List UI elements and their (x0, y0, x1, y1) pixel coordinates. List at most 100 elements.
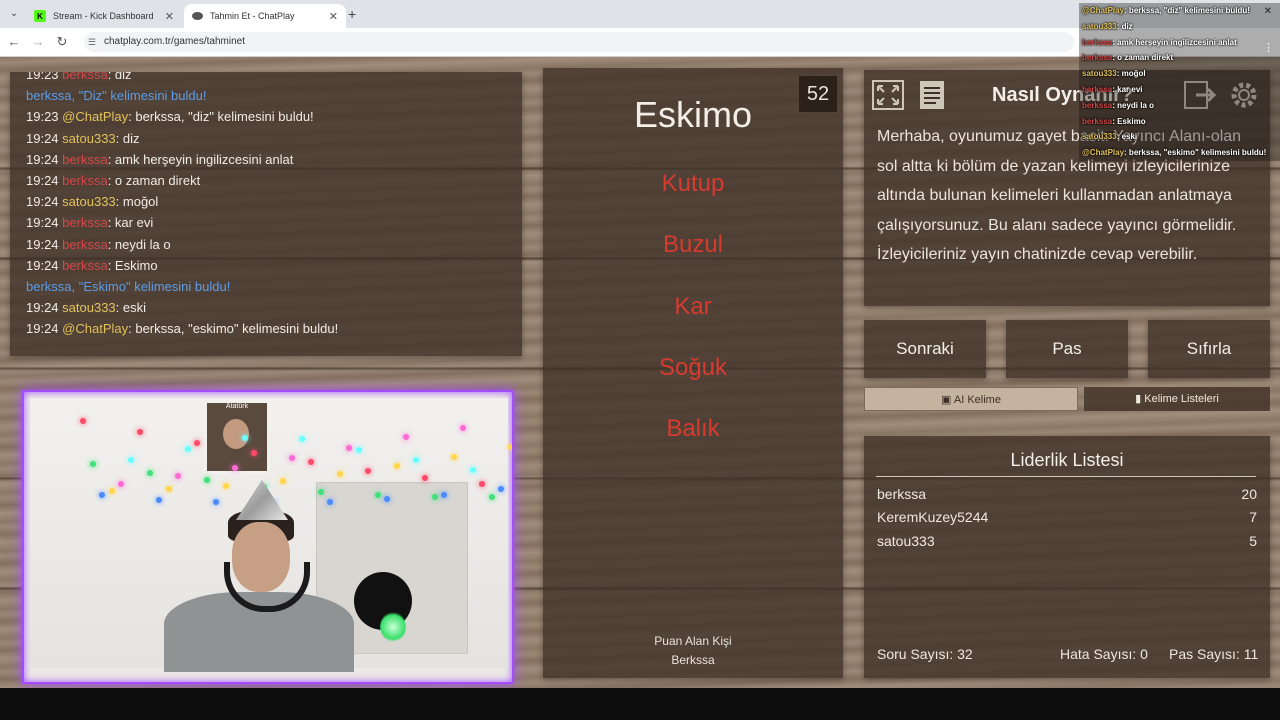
light-bulb (137, 429, 143, 436)
overlay-username: berkssa (1082, 53, 1113, 63)
leaderboard-panel: Liderlik Listesi berkssa 20 KeremKuzey52… (864, 436, 1270, 678)
chat-message: 19:24 berkssa: Eskimo (26, 258, 158, 273)
bottom-black-bar (0, 688, 1280, 720)
overlay-text: : eski (1116, 132, 1138, 142)
chat-message: 19:24 berkssa: amk herşeyin ingilizcesin… (26, 152, 293, 167)
back-arrow-icon[interactable]: ← (6, 34, 22, 49)
overlay-close-icon[interactable]: ✕ (1264, 6, 1272, 17)
kick-favicon-icon: K (34, 10, 46, 22)
overlay-text: : amk herşeyin ingilizcesini anlat (1112, 37, 1237, 47)
chat-timestamp: 19:24 (26, 130, 59, 146)
chat-message: 19:24 berkssa: neydi la o (26, 237, 171, 252)
tab-close-icon[interactable]: ✕ (165, 10, 174, 23)
light-bulb (194, 439, 200, 446)
chat-message: 19:24 satou333: eski (26, 300, 146, 315)
light-bulb (469, 467, 476, 474)
reset-button[interactable]: Sıfırla (1148, 320, 1270, 378)
light-bulb (403, 434, 409, 441)
light-bulb (422, 474, 428, 481)
chat-timestamp: 19:24 (26, 321, 59, 337)
site-info-icon[interactable]: ☰ (88, 32, 96, 52)
pass-button[interactable]: Pas (1006, 320, 1128, 378)
light-bulb (279, 477, 286, 484)
target-word: Eskimo (633, 94, 753, 135)
chat-text: : berkssa, "diz" kelimesini buldu! (128, 109, 314, 125)
url-text: chatplay.com.tr/games/tahminet (104, 36, 245, 47)
chat-username: berkssa (62, 72, 108, 82)
leaderboard-row: satou333 5 (877, 533, 1257, 549)
light-bulb (365, 467, 371, 474)
player-name: KeremKuzey5244 (877, 509, 989, 525)
chat-message: berkssa, "Eskimo" kelimesini buldu! (26, 279, 230, 294)
notebook-icon: ▮ (1135, 393, 1145, 405)
reload-icon[interactable]: ↻ (54, 34, 70, 50)
tab-kick-dashboard[interactable]: K Stream - Kick Dashboard ✕ (26, 4, 182, 28)
light-bulb (241, 435, 248, 442)
overlay-text: : o zaman direkt (1112, 53, 1174, 63)
tab-chatplay[interactable]: Tahmin Et - ChatPlay ✕ (184, 4, 346, 28)
question-count: Soru Sayısı: 32 (877, 646, 973, 662)
new-tab-plus-icon[interactable]: + (348, 6, 356, 22)
next-button[interactable]: Sonraki (864, 320, 986, 378)
chat-timestamp: 19:23 (26, 109, 59, 125)
ai-word-label: AI Kelime (953, 394, 1001, 406)
chat-message: 19:24 berkssa: kar evi (26, 215, 153, 230)
overlay-username: berkssa (1082, 116, 1113, 126)
overlay-text: : diz (1116, 21, 1133, 31)
overlay-chat-message: berkssa: kar evi (1082, 85, 1143, 94)
light-bulb (412, 457, 419, 464)
chat-text: : diz (115, 130, 140, 146)
player-score: 20 (1241, 486, 1257, 502)
light-bulb (507, 444, 512, 451)
robot-icon: ▣ (941, 394, 954, 406)
stream-chat-overlay: ✕ ⋮ @ChatPlay: berkssa, "diz" kelimesini… (1079, 3, 1280, 161)
word-lists-label: Kelime Listeleri (1144, 393, 1219, 405)
chat-panel: 19:23 berkssa: diz berkssa, "Diz" kelimes… (10, 72, 522, 356)
light-bulb (308, 459, 314, 466)
light-bulb (213, 499, 219, 506)
rules-document-icon[interactable] (914, 78, 950, 112)
ai-word-button[interactable]: ▣ AI Kelime (864, 387, 1078, 411)
light-bulb (203, 477, 210, 484)
light-bulb (488, 493, 495, 500)
light-bulb (298, 435, 305, 442)
light-bulb (99, 492, 105, 499)
word-lists-button[interactable]: ▮ Kelime Listeleri (1084, 387, 1270, 411)
light-bulb (498, 486, 504, 493)
tab-search-chevron-icon[interactable]: ⌄ (6, 6, 22, 22)
light-bulb (251, 450, 257, 457)
overlay-text: : kar evi (1112, 85, 1143, 94)
player-score: 7 (1249, 509, 1257, 525)
overlay-chat-message: @ChatPlay: berkssa, "diz" kelimesini bul… (1082, 6, 1250, 15)
light-bulb (289, 455, 295, 462)
microphone-light (380, 612, 406, 642)
player-name: satou333 (877, 533, 935, 549)
chat-timestamp: 19:24 (26, 194, 59, 210)
chat-timestamp: 19:24 (26, 300, 59, 316)
light-bulb (441, 492, 447, 499)
chat-message: 19:24 satou333: moğol (26, 194, 158, 209)
scorer-caption: Puan Alan Kişi (654, 634, 732, 648)
chat-username: @ChatPlay (62, 321, 129, 337)
chat-text: : neydi la o (107, 236, 171, 252)
tab-close-icon[interactable]: ✕ (329, 10, 338, 23)
chat-username: berkssa, "Eskimo" kelimesini buldu! (26, 279, 231, 294)
chat-username: berkssa (62, 215, 108, 231)
chat-timestamp: 19:24 (26, 173, 59, 188)
fullscreen-icon[interactable] (870, 78, 906, 112)
light-bulb (127, 456, 134, 463)
overlay-menu-icon[interactable]: ⋮ (1263, 41, 1274, 54)
chat-text: : kar evi (107, 215, 154, 231)
light-bulb (108, 487, 115, 494)
overlay-username: satou333 (1082, 132, 1117, 142)
overlay-chat-message: satou333: diz (1082, 22, 1133, 31)
url-field[interactable]: ☰ chatplay.com.tr/games/tahminet (84, 32, 1074, 52)
chat-text: : berkssa, "eskimo" kelimesini buldu! (128, 321, 339, 337)
forward-arrow-icon[interactable]: → (30, 34, 46, 49)
light-bulb (89, 460, 96, 467)
light-bulb (317, 488, 324, 495)
chat-message: 19:24 berkssa: o zaman direkt (26, 173, 200, 188)
light-bulb (479, 480, 485, 487)
error-count: Hata Sayısı: 0 (1060, 646, 1148, 662)
tab-title: Tahmin Et - ChatPlay (210, 11, 295, 21)
